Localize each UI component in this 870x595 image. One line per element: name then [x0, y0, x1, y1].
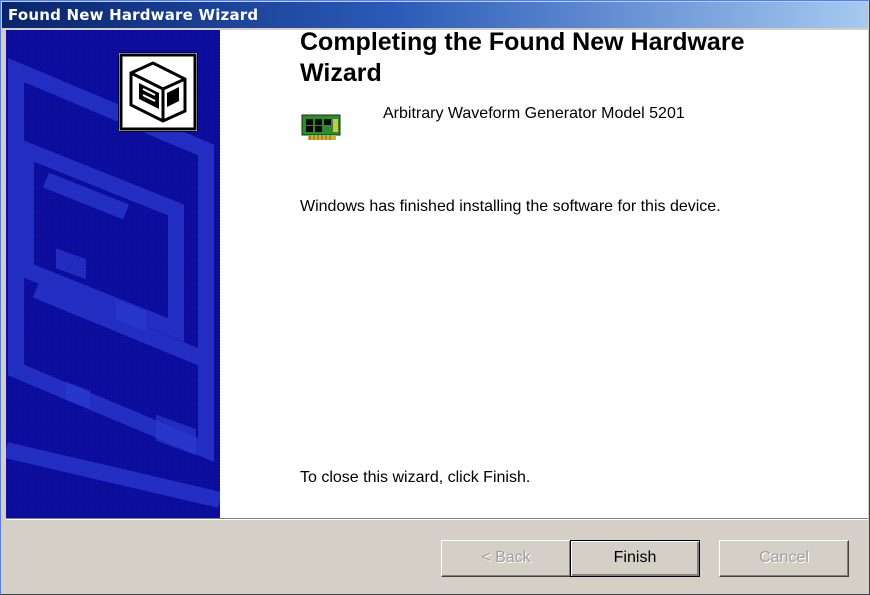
- wizard-heading: Completing the Found New Hardware Wizard: [300, 28, 745, 87]
- wizard-window: Found New Hardware Wizard Completing the…: [0, 0, 870, 595]
- wizard-side-panel: [6, 30, 220, 518]
- button-separator: [6, 518, 868, 520]
- close-hint: To close this wizard, click Finish.: [300, 469, 531, 486]
- back-button[interactable]: < Back: [441, 540, 571, 577]
- cancel-button[interactable]: Cancel: [719, 540, 849, 577]
- wizard-content: [6, 30, 868, 518]
- title-bar[interactable]: Found New Hardware Wizard: [2, 2, 868, 28]
- hardware-wizard-icon: [118, 52, 198, 132]
- window-title: Found New Hardware Wizard: [8, 6, 259, 24]
- pci-card-icon: [300, 111, 344, 143]
- install-finished-message: Windows has finished installing the soft…: [300, 198, 721, 215]
- device-name: Arbitrary Waveform Generator Model 5201: [383, 105, 685, 122]
- finish-button[interactable]: Finish: [570, 540, 700, 577]
